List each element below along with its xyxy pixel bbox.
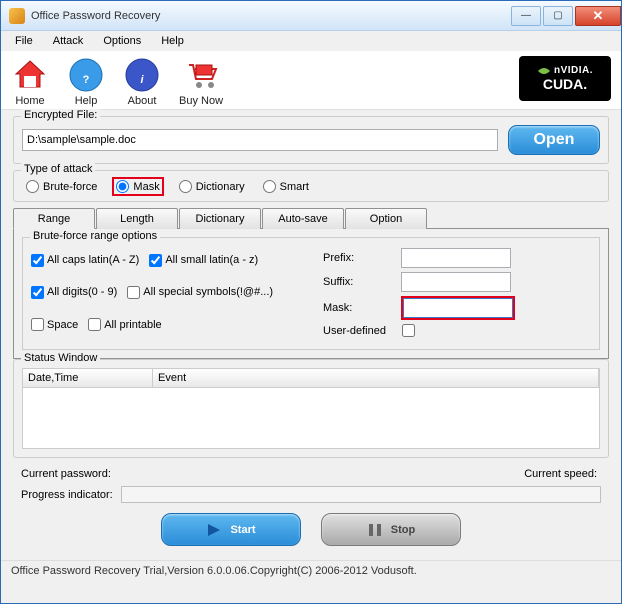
attack-type-legend: Type of attack [21,163,95,175]
mask-input[interactable] [403,298,513,318]
toolbar-about[interactable]: i About [123,56,161,107]
close-button[interactable]: ✕ [575,6,621,26]
range-fieldset: Brute-force range options All caps latin… [22,237,600,350]
toolbar-buy[interactable]: Buy Now [179,56,223,107]
suffix-input[interactable] [401,272,511,292]
tabstrip: Range Length Dictionary Auto-save Option [13,208,609,229]
chk-userdef[interactable] [402,324,415,337]
suffix-label: Suffix: [323,276,401,288]
progress-label: Progress indicator: [21,489,113,501]
toolbar: Home ? Help i About Buy Now nVIDIA. CU [1,51,621,110]
radio-dictionary[interactable]: Dictionary [179,180,245,193]
start-button-label: Start [230,524,255,536]
tab-length[interactable]: Length [96,208,178,229]
status-col-event[interactable]: Event [153,369,599,387]
app-icon [9,8,25,24]
info-icon: i [123,56,161,94]
userdef-label: User-defined [323,325,401,337]
menu-attack[interactable]: Attack [45,33,92,49]
current-password-label: Current password: [21,468,111,480]
status-group: Status Window Date,Time Event [13,359,609,458]
radio-brute[interactable]: Brute-force [26,180,97,193]
chk-caps-label: All caps latin(A - Z) [47,254,139,266]
menubar: File Attack Options Help [1,31,621,51]
toolbar-help[interactable]: ? Help [67,56,105,107]
radio-mask-label: Mask [133,181,159,193]
chk-space[interactable]: Space [31,312,78,338]
file-path-input[interactable] [22,129,498,151]
nvidia-eye-icon [537,66,551,76]
help-icon: ? [67,56,105,94]
menu-file[interactable]: File [7,33,41,49]
cuda-label: CUDA. [543,76,587,92]
play-icon [206,522,222,538]
encrypted-file-legend: Encrypted File: [21,109,100,121]
maximize-button[interactable]: ▢ [543,6,573,26]
range-legend: Brute-force range options [30,230,160,242]
toolbar-buy-label: Buy Now [179,95,223,107]
toolbar-about-label: About [128,95,157,107]
titlebar: Office Password Recovery — ▢ ✕ [1,1,621,31]
status-body [23,388,599,448]
radio-smart[interactable]: Smart [263,180,309,193]
home-icon [11,56,49,94]
tab-dictionary[interactable]: Dictionary [179,208,261,229]
chk-small-label: All small latin(a - z) [165,254,258,266]
highlight-mask: Mask [112,177,163,196]
chk-small[interactable]: All small latin(a - z) [149,247,258,273]
minimize-button[interactable]: — [511,6,541,26]
chk-caps[interactable]: All caps latin(A - Z) [31,247,139,273]
tab-autosave[interactable]: Auto-save [262,208,344,229]
cart-icon [182,56,220,94]
app-window: Office Password Recovery — ▢ ✕ File Atta… [0,0,622,604]
chk-digits-label: All digits(0 - 9) [47,286,117,298]
chk-printable[interactable]: All printable [88,312,161,338]
prefix-label: Prefix: [323,252,401,264]
current-speed-label: Current speed: [524,468,597,480]
chk-digits[interactable]: All digits(0 - 9) [31,279,117,305]
pause-icon [367,522,383,538]
radio-smart-label: Smart [280,181,309,193]
statusbar: Office Password Recovery Trial,Version 6… [1,560,621,581]
chk-symbols-label: All special symbols(!@#...) [143,286,273,298]
status-table: Date,Time Event [22,368,600,449]
tab-range[interactable]: Range [13,208,95,229]
start-button[interactable]: Start [161,513,301,546]
cuda-badge: nVIDIA. CUDA. [519,56,611,101]
encrypted-file-group: Encrypted File: Open [13,116,609,164]
toolbar-home-label: Home [15,95,44,107]
stop-button-label: Stop [391,524,415,536]
open-button[interactable]: Open [508,125,600,155]
window-title: Office Password Recovery [31,10,509,22]
tabpanel-range: Brute-force range options All caps latin… [13,228,609,359]
progress-bar [121,486,601,503]
toolbar-home[interactable]: Home [11,56,49,107]
highlight-mask-input [401,296,515,320]
status-legend: Status Window [21,352,100,364]
radio-dict-label: Dictionary [196,181,245,193]
svg-text:?: ? [83,74,90,86]
radio-mask[interactable]: Mask [116,180,159,193]
mask-label: Mask: [323,302,401,314]
chk-printable-label: All printable [104,319,161,331]
chk-symbols[interactable]: All special symbols(!@#...) [127,279,273,305]
attack-type-group: Type of attack Brute-force Mask Dictiona… [13,170,609,202]
toolbar-help-label: Help [75,95,98,107]
prefix-input[interactable] [401,248,511,268]
chk-space-label: Space [47,319,78,331]
menu-options[interactable]: Options [95,33,149,49]
menu-help[interactable]: Help [153,33,192,49]
radio-brute-label: Brute-force [43,181,97,193]
stop-button[interactable]: Stop [321,513,461,546]
tab-option[interactable]: Option [345,208,427,229]
cuda-brand: nVIDIA. [554,65,593,76]
status-col-datetime[interactable]: Date,Time [23,369,153,387]
